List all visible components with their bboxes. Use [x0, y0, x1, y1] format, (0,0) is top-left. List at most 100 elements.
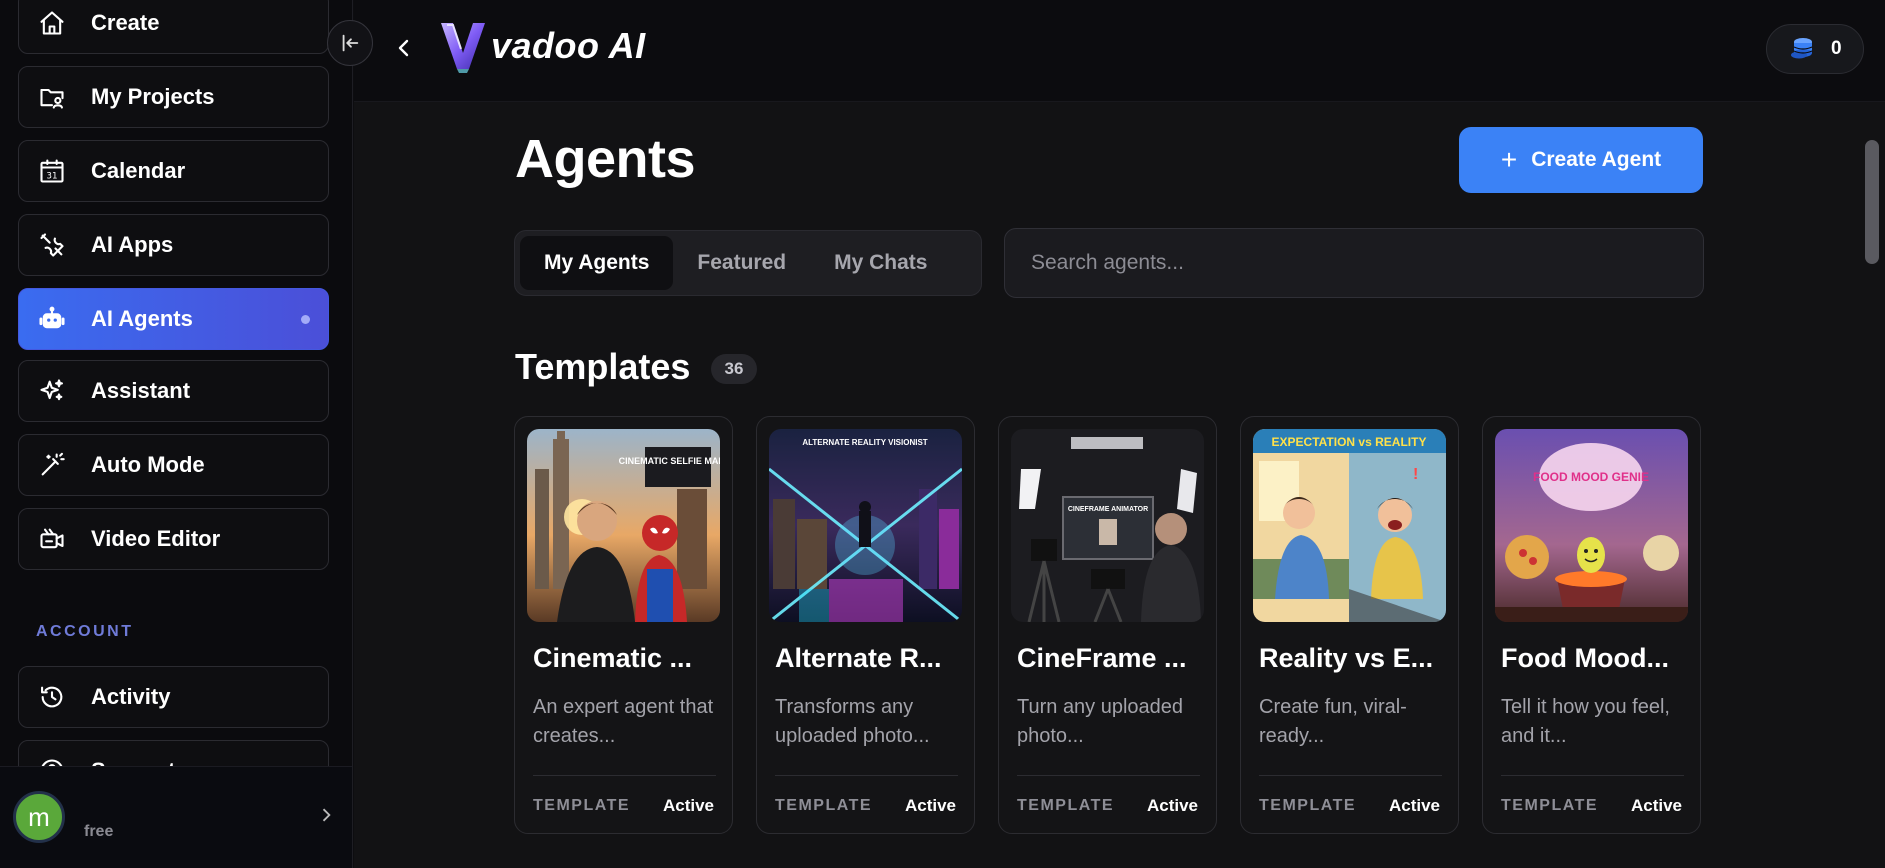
sidebar: Create My Projects 31 Calendar AI Apps A… — [0, 0, 353, 868]
card-status: Active — [904, 796, 956, 815]
avatar[interactable]: m — [13, 791, 65, 843]
logo-text: vadoo AI — [491, 25, 646, 66]
history-icon — [37, 682, 67, 712]
card-title: Cinematic ... — [533, 643, 693, 673]
thumb-text: CINEFRAME ANIMATOR — [1068, 506, 1148, 513]
tab-my-chats[interactable]: My Chats — [810, 236, 951, 290]
template-card-reality-vs-expectation[interactable]: EXPECTATION vs REALITY ! Reality vs E...… — [1240, 416, 1459, 834]
sidebar-item-activity[interactable]: Activity — [18, 666, 329, 728]
card-title: Alternate R... — [775, 643, 942, 673]
plus-icon: + — [1500, 144, 1518, 175]
magic-wand-icon — [37, 450, 67, 480]
chevron-right-icon[interactable] — [316, 805, 336, 825]
sidebar-item-label: Create — [91, 10, 160, 35]
template-card-food-mood[interactable]: FOOD MOOD GENIE Food Mood... Tell it how… — [1482, 416, 1701, 834]
sidebar-item-label: Activity — [91, 684, 171, 709]
card-thumbnail: EXPECTATION vs REALITY ! — [1253, 429, 1446, 622]
expectation-vs-reality-image: EXPECTATION vs REALITY ! — [1253, 429, 1446, 622]
sparkles-icon — [37, 376, 67, 406]
card-thumbnail: FOOD MOOD GENIE — [1495, 429, 1688, 622]
top-header: vadoo AI 0 — [354, 0, 1885, 102]
sidebar-item-video-editor[interactable]: Video Editor — [18, 508, 329, 570]
collapse-sidebar-button[interactable] — [327, 20, 373, 66]
thumb-text: FOOD MOOD GENIE — [1533, 470, 1649, 484]
back-button[interactable] — [392, 36, 420, 64]
sidebar-item-label: Calendar — [91, 158, 186, 183]
sidebar-item-label: Video Editor — [91, 526, 221, 551]
card-status: Active — [1388, 796, 1440, 815]
sidebar-item-assistant[interactable]: Assistant — [18, 360, 329, 422]
alternate-reality-image: ALTERNATE REALITY VISIONIST — [769, 429, 962, 622]
sidebar-item-label: AI Agents — [91, 306, 193, 331]
cinematic-selfie-image: CINEMATIC SELFIE MAKER — [527, 429, 720, 622]
card-description: Tell it how you feel, and it... — [1501, 696, 1670, 747]
scrollbar-thumb[interactable] — [1865, 140, 1879, 264]
card-type: TEMPLATE — [775, 797, 873, 814]
logo[interactable]: vadoo AI — [439, 18, 646, 74]
card-type: TEMPLATE — [1017, 797, 1115, 814]
sidebar-item-label: AI Apps — [91, 232, 174, 257]
card-status: Active — [1146, 796, 1198, 815]
search-input[interactable] — [1031, 251, 1671, 275]
thumb-text: CINEMATIC SELFIE MAKER — [619, 456, 720, 466]
card-title: Reality vs E... — [1259, 643, 1434, 673]
calendar-icon: 31 — [37, 156, 67, 186]
credits-count: 0 — [1831, 38, 1842, 59]
app: Create My Projects 31 Calendar AI Apps A… — [0, 0, 1885, 868]
template-card-cineframe[interactable]: CINEFRAME ANIMATOR CineFrame ... Turn an… — [998, 416, 1217, 834]
sidebar-item-label: My Projects — [91, 84, 215, 109]
thumb-text: ALTERNATE REALITY VISIONIST — [802, 438, 927, 447]
card-title: CineFrame ... — [1017, 643, 1187, 673]
coins-icon — [1791, 38, 1813, 59]
thumb-text: EXPECTATION vs REALITY — [1272, 435, 1427, 449]
cineframe-animator-image: CINEFRAME ANIMATOR — [1011, 429, 1204, 622]
sidebar-item-ai-apps[interactable]: AI Apps — [18, 214, 329, 276]
agent-tabs: My Agents Featured My Chats — [514, 230, 982, 296]
card-divider — [533, 775, 716, 776]
templates-heading: Templates — [515, 346, 691, 387]
tab-my-agents[interactable]: My Agents — [520, 236, 674, 290]
collapse-sidebar-icon — [342, 34, 359, 52]
sidebar-item-auto-mode[interactable]: Auto Mode — [18, 434, 329, 496]
card-thumbnail: CINEMATIC SELFIE MAKER — [527, 429, 720, 622]
home-icon — [37, 8, 67, 38]
sidebar-item-label: Assistant — [91, 378, 191, 403]
card-title: Food Mood... — [1501, 643, 1669, 673]
sidebar-item-calendar[interactable]: 31 Calendar — [18, 140, 329, 202]
user-bar[interactable]: m free — [0, 766, 352, 868]
folder-user-icon — [37, 82, 67, 112]
card-divider — [1259, 775, 1442, 776]
video-editor-icon — [37, 524, 67, 554]
card-description: Transforms any uploaded photo... — [775, 696, 930, 747]
search-box — [1004, 228, 1704, 298]
sidebar-item-ai-agents[interactable]: AI Agents — [18, 288, 329, 350]
card-divider — [1017, 775, 1200, 776]
card-divider — [775, 775, 958, 776]
card-thumbnail: CINEFRAME ANIMATOR — [1011, 429, 1204, 622]
page-title: Agents — [515, 129, 696, 189]
card-type: TEMPLATE — [1259, 797, 1357, 814]
tools-icon — [37, 230, 67, 260]
vadoo-logo-icon — [441, 23, 485, 73]
active-indicator — [301, 314, 310, 324]
credits-badge[interactable]: 0 — [1766, 24, 1864, 74]
template-card-cinematic[interactable]: CINEMATIC SELFIE MAKER Cinematic ... An … — [514, 416, 733, 834]
card-status: Active — [1630, 796, 1682, 815]
card-divider — [1501, 775, 1684, 776]
sidebar-item-my-projects[interactable]: My Projects — [18, 66, 329, 128]
tab-featured[interactable]: Featured — [673, 236, 810, 290]
card-thumbnail: ALTERNATE REALITY VISIONIST — [769, 429, 962, 622]
user-plan: free — [84, 823, 114, 840]
account-section-label: ACCOUNT — [36, 623, 134, 640]
food-mood-genie-image: FOOD MOOD GENIE — [1495, 429, 1688, 622]
svg-text:!: ! — [1413, 466, 1418, 483]
create-agent-button[interactable]: + Create Agent — [1459, 127, 1703, 193]
main-content: Agents + Create Agent My Agents Featured… — [354, 102, 1885, 868]
sidebar-item-label: Auto Mode — [91, 452, 205, 477]
card-type: TEMPLATE — [1501, 797, 1599, 814]
card-status: Active — [662, 796, 714, 815]
template-card-alternate-reality[interactable]: ALTERNATE REALITY VISIONIST Alternate R.… — [756, 416, 975, 834]
sidebar-item-create[interactable]: Create — [18, 0, 329, 54]
svg-text:31: 31 — [46, 172, 57, 182]
templates-count-badge: 36 — [711, 354, 757, 384]
